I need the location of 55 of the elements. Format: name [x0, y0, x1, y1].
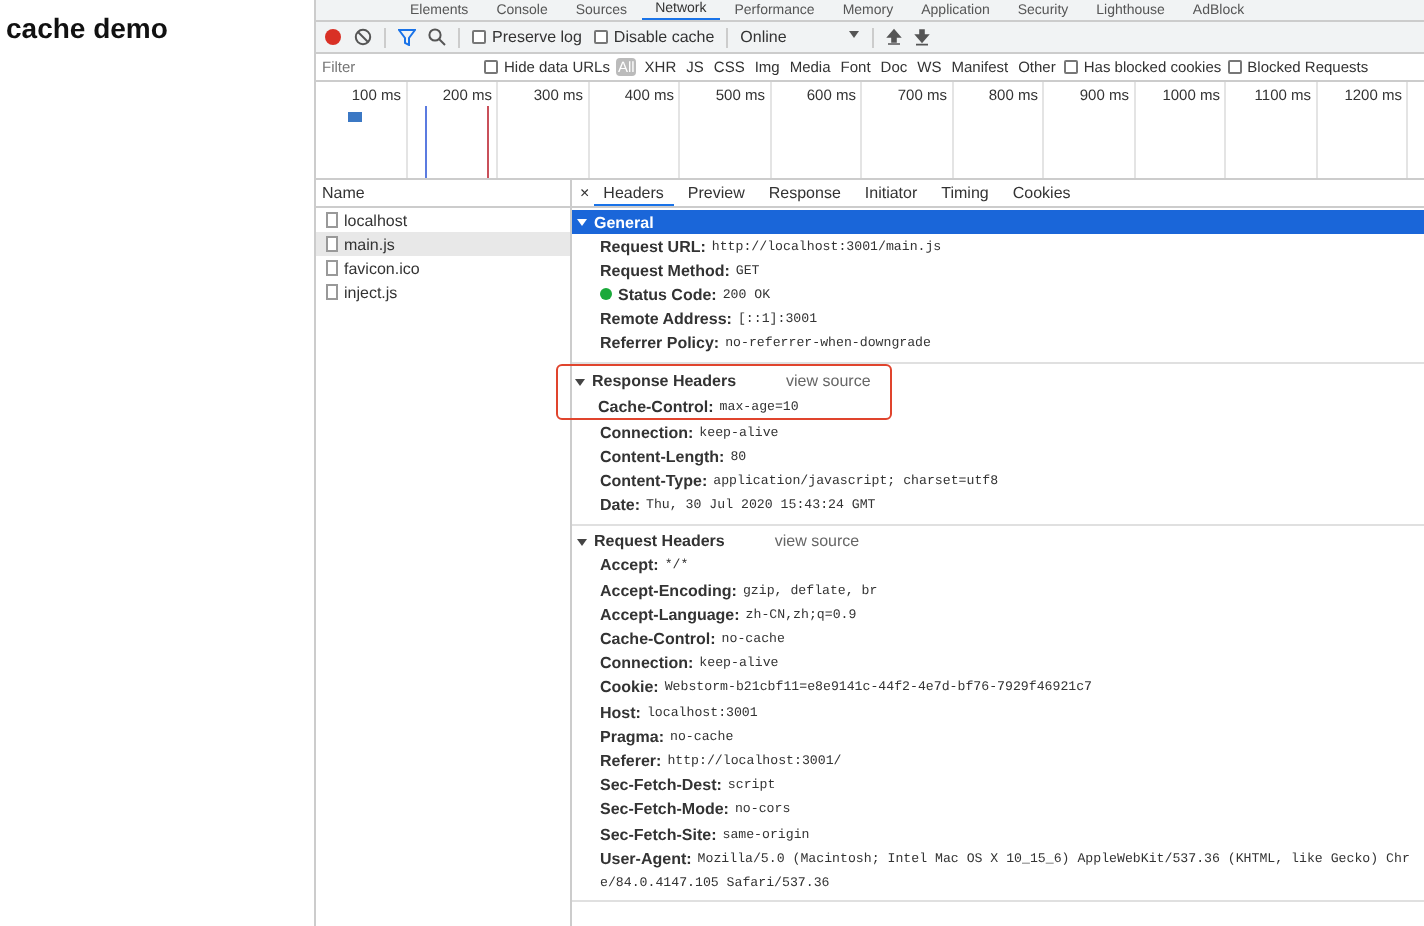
- request-row[interactable]: localhost: [316, 208, 570, 232]
- header-name: Request Method:: [600, 261, 730, 280]
- request-row[interactable]: favicon.ico: [316, 256, 570, 280]
- caret-icon: [576, 535, 588, 548]
- header-name: Accept:: [600, 556, 659, 575]
- close-icon[interactable]: ×: [580, 184, 590, 202]
- record-icon[interactable]: [324, 28, 342, 46]
- section-header[interactable]: General: [572, 210, 1424, 234]
- section-header[interactable]: Response Headers view source: [570, 369, 871, 394]
- checkbox-option[interactable]: Preserve log: [472, 28, 582, 46]
- request-row[interactable]: main.js: [316, 232, 570, 256]
- header-name: Status Code:: [618, 285, 717, 304]
- header-name: Connection:: [600, 654, 694, 673]
- header-name: Pragma:: [600, 727, 665, 746]
- checkbox-option[interactable]: Disable cache: [593, 28, 715, 46]
- status-dot-icon: [600, 288, 612, 301]
- header-name: Connection:: [600, 423, 694, 442]
- header-name: Sec-Fetch-Mode:: [600, 800, 729, 819]
- caret-icon: [574, 375, 586, 388]
- header-name: Host:: [600, 703, 641, 722]
- detail-tab[interactable]: Preview: [677, 180, 755, 206]
- detail-tab[interactable]: Response: [758, 180, 851, 206]
- header-name: Sec-Fetch-Site:: [600, 825, 717, 844]
- header-name: Cookie:: [600, 678, 659, 697]
- view-source-link[interactable]: view source: [774, 532, 860, 551]
- detail-tab[interactable]: Timing: [931, 180, 999, 206]
- header-name: User-Agent:: [600, 849, 692, 868]
- page-heading: cache demo: [6, 12, 170, 44]
- header-name: Referer:: [600, 751, 662, 770]
- filter-icon[interactable]: [398, 28, 416, 46]
- header-name: Cache-Control:: [600, 630, 716, 649]
- search-icon[interactable]: [428, 28, 446, 46]
- throttling-dropdown[interactable]: Online: [740, 28, 861, 46]
- upload-icon[interactable]: [886, 28, 903, 46]
- header-name: Date:: [600, 496, 641, 515]
- view-source-link[interactable]: view source: [786, 372, 871, 391]
- download-icon[interactable]: [914, 28, 931, 46]
- header-name: Remote Address:: [600, 310, 732, 329]
- detail-tab[interactable]: Cookies: [1002, 180, 1081, 206]
- header-name: Request URL:: [600, 237, 706, 256]
- header-name: Referrer Policy:: [600, 334, 720, 353]
- detail-tab[interactable]: Initiator: [854, 180, 928, 206]
- clear-icon[interactable]: [354, 28, 372, 46]
- header-name: Sec-Fetch-Dest:: [600, 776, 722, 795]
- column-header: Name: [322, 184, 365, 202]
- header-name: Cache-Control:: [598, 397, 714, 416]
- caret-icon: [576, 216, 588, 228]
- header-name: Content-Length:: [600, 447, 725, 466]
- request-row[interactable]: inject.js: [316, 280, 570, 304]
- header-name: Accept-Language:: [600, 605, 740, 624]
- section-header[interactable]: Request Headers view source: [572, 529, 1424, 554]
- detail-tab[interactable]: Headers: [593, 180, 674, 206]
- header-name: Content-Type:: [600, 472, 708, 491]
- header-name: Accept-Encoding:: [600, 581, 737, 600]
- caret-icon: [848, 28, 861, 40]
